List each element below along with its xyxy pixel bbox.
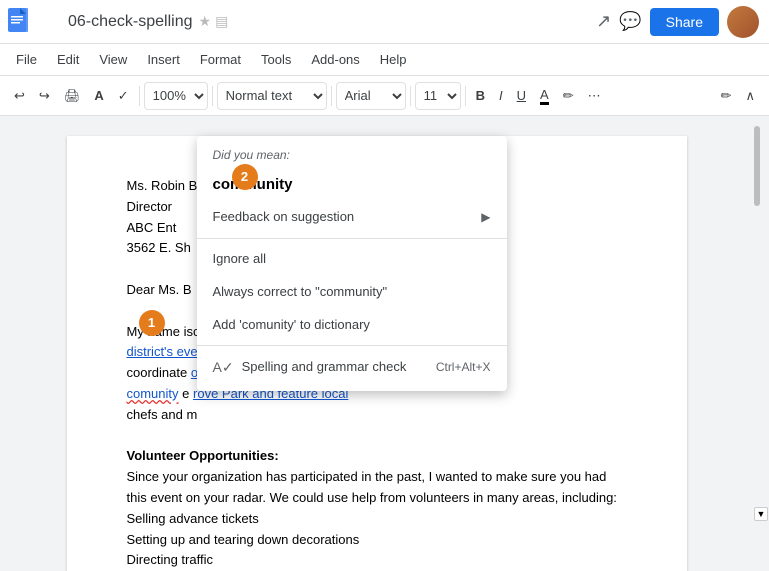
misspelled-word: comunity [127, 386, 179, 401]
menu-tools[interactable]: Tools [253, 48, 299, 71]
step-badge-1: 1 [139, 310, 165, 336]
highlight-button[interactable]: ✏ [557, 84, 580, 108]
scroll-nav-button[interactable]: ▼ [754, 507, 768, 521]
ignore-all-label: Ignore all [213, 249, 266, 270]
feedback-label: Feedback on suggestion [213, 207, 355, 228]
paragraph-1d: chefs and m [127, 405, 627, 426]
style-select[interactable]: Normal text [217, 82, 327, 110]
bold-button[interactable]: B [470, 84, 491, 107]
menu-file[interactable]: File [8, 48, 45, 71]
share-button[interactable]: Share [650, 8, 719, 36]
doc-page: Ms. Robin B Director ABC Ent 3562 E. Sh … [67, 136, 687, 571]
divider-4 [410, 86, 411, 106]
ignore-all-item[interactable]: Ignore all [197, 243, 507, 276]
divider-1 [139, 86, 140, 106]
menu-format[interactable]: Format [192, 48, 249, 71]
collapse-button[interactable]: ∧ [739, 84, 761, 108]
list-item-1: Selling advance tickets [127, 509, 627, 530]
font-color-button[interactable]: A [534, 83, 555, 109]
doc-title: 06-check-spelling [68, 13, 193, 31]
avatar[interactable] [727, 6, 759, 38]
italic-button[interactable]: I [493, 84, 509, 107]
feedback-arrow-icon: ▶ [481, 208, 490, 227]
underline-button[interactable]: U [511, 84, 532, 107]
feedback-item[interactable]: Feedback on suggestion ▶ [197, 201, 507, 234]
para1-text4: e [182, 386, 189, 401]
always-correct-label: Always correct to "community" [213, 282, 388, 303]
add-to-dict-label: Add 'comunity' to dictionary [213, 315, 370, 336]
divider-5 [465, 86, 466, 106]
star-icon[interactable]: ★ [199, 13, 212, 30]
font-size-select[interactable]: 11 [415, 82, 461, 110]
menu-bar: File Edit View Insert Format Tools Add-o… [0, 44, 769, 76]
undo-button[interactable]: ↩ [8, 84, 31, 108]
spell-check-icon: A✓ [213, 356, 234, 378]
volunteer-heading: Volunteer Opportunities: [127, 446, 627, 467]
menu-divider-1 [197, 238, 507, 239]
zoom-select[interactable]: 100% [144, 82, 208, 110]
spell-check-button[interactable]: ✓ [112, 84, 135, 108]
divider-2 [212, 86, 213, 106]
step-badge-2: 2 [232, 164, 258, 190]
redo-button[interactable]: ↪ [33, 84, 56, 108]
menu-addons[interactable]: Add-ons [303, 48, 367, 71]
trend-icon[interactable]: ↗ [596, 11, 611, 32]
menu-help[interactable]: Help [372, 48, 415, 71]
spell-check-item[interactable]: A✓ Spelling and grammar check Ctrl+Alt+X [197, 350, 507, 384]
title-bar: 06-check-spelling ★ ▤ ↗ 💬 Share [0, 0, 769, 44]
add-to-dict-item[interactable]: Add 'comunity' to dictionary [197, 309, 507, 342]
edit-mode-button[interactable]: ✏ [715, 84, 738, 108]
always-correct-item[interactable]: Always correct to "community" [197, 276, 507, 309]
spell-check-shortcut: Ctrl+Alt+X [436, 358, 491, 377]
doc-area[interactable]: Ms. Robin B Director ABC Ent 3562 E. Sh … [0, 116, 753, 571]
comment-icon[interactable]: 💬 [619, 11, 641, 32]
print-button[interactable]: 🖨 [58, 84, 87, 108]
paint-format-button[interactable]: A [88, 84, 109, 107]
volunteer-body: Since your organization has participated… [127, 467, 627, 509]
list-item-3: Directing traffic [127, 550, 627, 571]
divider-3 [331, 86, 332, 106]
toolbar: ↩ ↪ 🖨 A ✓ 100% Normal text Arial 11 B I … [0, 76, 769, 116]
scrollbar-area[interactable]: ▼ [753, 116, 769, 571]
font-select[interactable]: Arial [336, 82, 406, 110]
main-area: Ms. Robin B Director ABC Ent 3562 E. Sh … [0, 116, 769, 571]
doc-icon-actual [8, 8, 30, 36]
menu-insert[interactable]: Insert [139, 48, 188, 71]
more-button[interactable]: ⋯ [582, 84, 607, 108]
spell-check-label: Spelling and grammar check [242, 357, 407, 378]
menu-divider-2 [197, 345, 507, 346]
menu-edit[interactable]: Edit [49, 48, 87, 71]
para1-text2: coordinate [127, 365, 188, 380]
folder-icon[interactable]: ▤ [215, 13, 228, 30]
list-item-2: Setting up and tearing down decorations [127, 530, 627, 551]
menu-view[interactable]: View [91, 48, 135, 71]
scrollbar-thumb[interactable] [754, 126, 760, 206]
